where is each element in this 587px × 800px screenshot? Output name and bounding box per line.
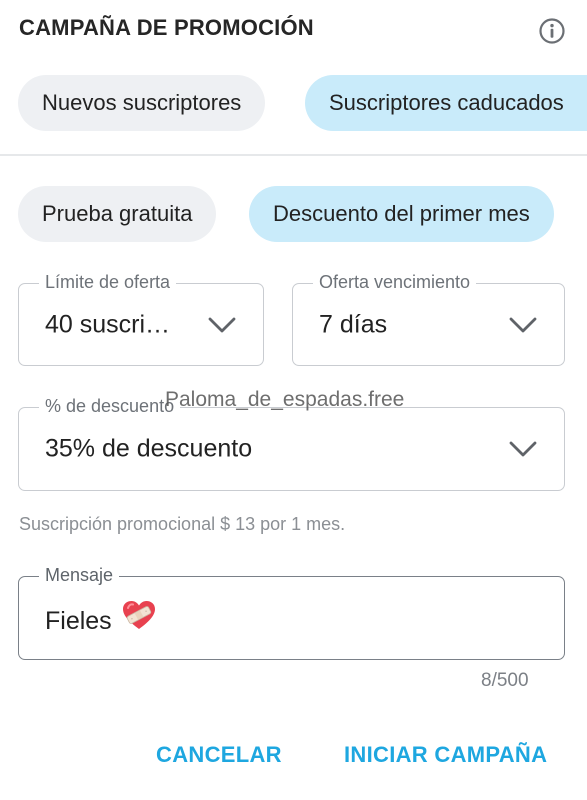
start-campaign-button[interactable]: INICIAR CAMPAÑA: [344, 742, 547, 768]
message-char-counter: 8/500: [481, 670, 529, 691]
promotion-campaign-dialog: CAMPAÑA DE PROMOCIÓN Nuevos suscriptores…: [0, 0, 587, 800]
cancel-button[interactable]: CANCELAR: [156, 742, 282, 768]
audience-tabs: Nuevos suscriptores Suscriptores caducad…: [0, 75, 587, 131]
offer-limit-value: 40 suscri…: [45, 310, 171, 338]
tab-label: Nuevos suscriptores: [42, 90, 242, 115]
message-field[interactable]: Mensaje Fieles: [18, 565, 565, 660]
message-value: Fieles: [45, 600, 156, 636]
promo-helper-text: Suscripción promocional $ 13 por 1 mes.: [19, 514, 346, 534]
info-icon[interactable]: [538, 17, 566, 45]
tab-expired-subscribers[interactable]: Suscriptores caducados: [305, 75, 587, 131]
section-divider: [0, 154, 587, 156]
discount-label: % de descuento: [39, 396, 181, 417]
chevron-down-icon: [509, 441, 537, 457]
offer-expiration-value: 7 días: [319, 310, 388, 338]
mending-heart-icon: [122, 601, 155, 629]
dialog-header: CAMPAÑA DE PROMOCIÓN: [0, 0, 587, 62]
tab-free-trial[interactable]: Prueba gratuita: [18, 186, 217, 242]
offer-type-tabs: Prueba gratuita Descuento del primer mes: [0, 186, 587, 242]
tab-label: Prueba gratuita: [42, 201, 193, 226]
tab-first-month-discount[interactable]: Descuento del primer mes: [249, 186, 554, 242]
offer-expiration-select[interactable]: Oferta vencimiento 7 días: [292, 272, 565, 366]
chevron-down-icon: [509, 317, 537, 332]
message-text: Fieles: [45, 607, 112, 635]
discount-select[interactable]: % de descuento 35% de descuento: [18, 396, 565, 491]
tab-label: Suscriptores caducados: [329, 90, 564, 115]
watermark: Paloma_de_espadas.free: [165, 388, 405, 411]
offer-limit-label: Límite de oferta: [39, 272, 177, 293]
offer-limit-select[interactable]: Límite de oferta 40 suscri…: [18, 272, 264, 366]
tab-new-subscribers[interactable]: Nuevos suscriptores: [18, 75, 266, 131]
offer-expiration-label: Oferta vencimiento: [313, 272, 477, 293]
message-label: Mensaje: [39, 565, 120, 586]
discount-value: 35% de descuento: [45, 434, 253, 463]
chevron-down-icon: [208, 317, 236, 332]
tab-label: Descuento del primer mes: [273, 201, 530, 226]
dialog-title: CAMPAÑA DE PROMOCIÓN: [19, 15, 314, 40]
